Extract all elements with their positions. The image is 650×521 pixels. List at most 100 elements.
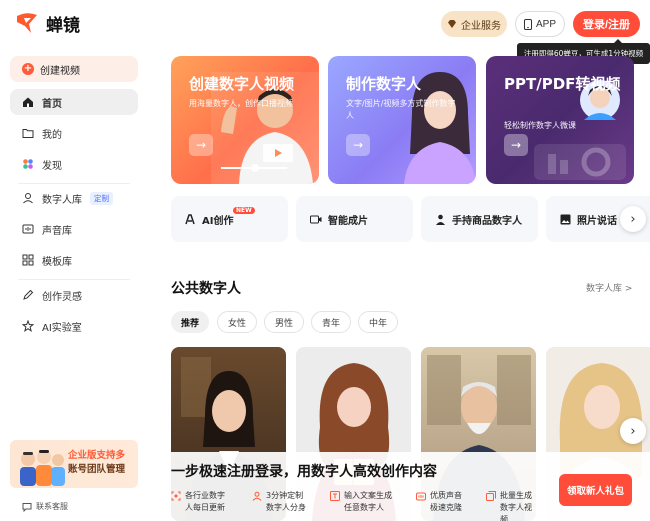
banner-subtitle: 文字/图片/视频多方式制作数字人 — [346, 99, 456, 120]
banner-title: PPT/PDF转视频 — [504, 75, 621, 93]
feature-line: 优质声音 — [430, 491, 462, 500]
batch-video-icon — [486, 491, 496, 501]
pen-icon — [23, 289, 34, 300]
filter-middle-aged[interactable]: 中年 — [358, 311, 398, 333]
chat-icon — [22, 502, 32, 512]
sidebar-item-label: 模板库 — [42, 256, 72, 268]
header: 蝉镜 企业服务 APP 登录/注册 注册即得60蝉豆，可生成1分钟视频 — [0, 0, 650, 64]
enterprise-promo-banner[interactable]: 企业版支持多 账号团队管理 — [10, 440, 138, 488]
features-next-button[interactable]: › — [620, 206, 646, 232]
login-register-button[interactable]: 登录/注册 — [573, 11, 640, 37]
sidebar-item-label: 数字人库 — [42, 194, 82, 206]
contact-service[interactable]: 联系客服 — [22, 501, 68, 512]
feature-label: 智能成片 — [328, 215, 368, 227]
ai-icon — [185, 213, 195, 224]
team-illustration — [20, 450, 65, 486]
folder-icon — [22, 129, 34, 138]
new-badge: NEW — [233, 207, 255, 214]
phone-icon — [523, 18, 532, 30]
filter-male[interactable]: 男性 — [264, 311, 304, 333]
feature-line: 批量生成 — [500, 491, 532, 500]
app-root: 蝉镜 企业服务 APP 登录/注册 注册即得60蝉豆，可生成1分钟视频 + 创建… — [0, 0, 650, 521]
register-feature-text: 3分钟定制 数字人分身 — [266, 490, 306, 514]
person-icon — [23, 193, 33, 204]
promo-text: 企业版支持多 账号团队管理 — [68, 449, 136, 477]
register-feature: 输入文案生成 任意数字人 — [330, 490, 392, 514]
user-icon — [252, 491, 262, 501]
sidebar-item-voice-library[interactable]: 声音库 — [10, 216, 138, 242]
section-title: 公共数字人 — [171, 281, 241, 297]
banner-create-avatar-video[interactable]: 创建数字人视频 用海量数字人，创作口播视频 → — [171, 56, 319, 184]
discover-icon — [23, 159, 33, 169]
register-feature: 各行业数字人每日更新 — [171, 490, 225, 514]
feature-smart-video[interactable]: 智能成片 — [296, 196, 413, 242]
video-camera-icon — [310, 215, 322, 223]
banner-title: 创建数字人视频 — [189, 75, 295, 93]
banner-make-avatar[interactable]: 制作数字人 文字/图片/视频多方式制作数字人 → — [328, 56, 476, 184]
arrow-right-icon[interactable]: → — [504, 134, 528, 156]
sidebar-item-label: 声音库 — [42, 225, 72, 237]
register-feature-text: 优质声音 极速克隆 — [430, 490, 462, 514]
sidebar-item-avatar-library[interactable]: 数字人库 定制 — [10, 185, 138, 211]
app-download-button[interactable]: APP — [515, 11, 565, 37]
sidebar-item-label: 发现 — [42, 160, 62, 172]
feature-line: 频 — [500, 515, 508, 521]
arrow-right-icon[interactable]: → — [346, 134, 370, 156]
sidebar-item-home[interactable]: 首页 — [10, 89, 138, 115]
chevron-right-icon: › — [630, 211, 636, 227]
register-feature: 批量生成 数字人视频 — [486, 490, 532, 521]
arrow-right-icon[interactable]: → — [189, 134, 213, 156]
claim-gift-button[interactable]: 领取新人礼包 — [559, 474, 632, 506]
avatars-next-button[interactable]: › — [620, 418, 646, 444]
logo-icon — [17, 13, 37, 34]
text-icon — [330, 491, 340, 501]
sidebar-item-label: 首页 — [42, 98, 62, 110]
feature-line: 人每日更新 — [185, 503, 225, 512]
banner-ppt-to-video[interactable]: PPT/PDF转视频 轻松制作数字人微课 → — [486, 56, 634, 184]
custom-badge: 定制 — [90, 191, 113, 205]
lab-icon — [22, 320, 34, 332]
create-video-button[interactable]: + 创建视频 — [10, 56, 138, 82]
home-icon — [23, 97, 33, 107]
sidebar-item-inspiration[interactable]: 创作灵感 — [10, 282, 138, 308]
sidebar-item-label: AI实验室 — [42, 322, 82, 334]
feature-handheld-product[interactable]: 手持商品数字人 — [421, 196, 538, 242]
feature-ai-creation[interactable]: AI创作 NEW — [171, 196, 288, 242]
filter-youth[interactable]: 青年 — [311, 311, 351, 333]
sidebar-item-label: 创作灵感 — [42, 291, 82, 303]
sound-icon — [22, 224, 34, 234]
register-feature-text: 输入文案生成 任意数字人 — [344, 490, 392, 514]
feature-label: 照片说话 — [577, 215, 617, 227]
sidebar-item-mine[interactable]: 我的 — [10, 120, 138, 146]
filter-recommended[interactable]: 推荐 — [171, 311, 209, 333]
register-feature-text: 批量生成 数字人视频 — [500, 490, 532, 521]
photo-icon — [560, 214, 571, 224]
feature-line: 数字人分身 — [266, 503, 306, 512]
avatar-library-link[interactable]: 数字人库 > — [586, 281, 632, 294]
enterprise-service-button[interactable]: 企业服务 — [441, 11, 507, 37]
plus-icon: + — [22, 63, 34, 75]
filter-female[interactable]: 女性 — [217, 311, 257, 333]
feature-label: 手持商品数字人 — [452, 215, 522, 227]
feature-line: 各行业数字 — [185, 491, 225, 500]
sidebar-item-label: 我的 — [42, 129, 62, 141]
register-promo-title: 一步极速注册登录，用数字人高效创作内容 — [171, 464, 437, 480]
diamond-icon — [448, 20, 456, 28]
feature-line: 输入文案生成 — [344, 491, 392, 500]
banner-subtitle: 用海量数字人，创作口播视频 — [189, 99, 293, 108]
banner-title: 制作数字人 — [346, 75, 422, 93]
promo-line-2: 账号团队管理 — [68, 464, 126, 475]
sidebar: + 创建视频 首页 我的 发现 数字人库 定制 声音库 模板库 创作灵感 AI实… — [0, 46, 150, 521]
feature-line: 任意数字人 — [344, 503, 384, 512]
sidebar-divider — [18, 183, 130, 184]
sidebar-item-discover[interactable]: 发现 — [10, 151, 138, 177]
register-feature: 3分钟定制 数字人分身 — [252, 490, 306, 514]
voice-icon — [416, 492, 426, 501]
contact-service-label: 联系客服 — [36, 502, 68, 511]
promo-line-1: 企业版支持多 — [68, 450, 126, 461]
sidebar-item-ai-lab[interactable]: AI实验室 — [10, 313, 138, 339]
logo[interactable]: 蝉镜 — [14, 10, 80, 36]
app-label: APP — [535, 18, 556, 30]
sidebar-item-template-library[interactable]: 模板库 — [10, 247, 138, 273]
template-icon — [22, 254, 34, 266]
